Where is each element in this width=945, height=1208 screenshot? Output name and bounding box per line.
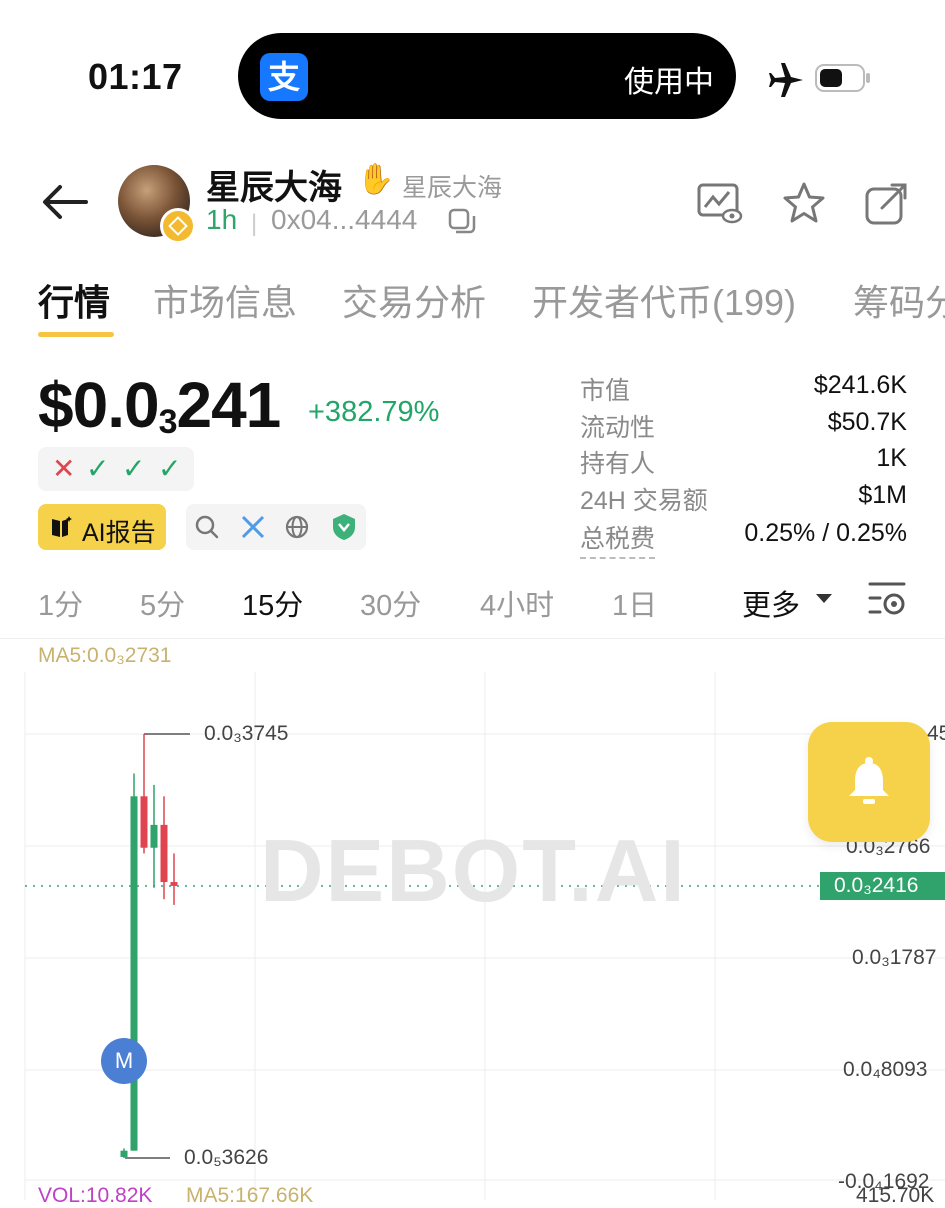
y-axis-label: 0.0₃1787	[852, 946, 937, 969]
current-price-tag: 0.0₃2416	[820, 872, 945, 900]
stat-label-market-cap: 市值	[580, 377, 631, 405]
security-checks[interactable]: ✕ ✓ ✓ ✓	[38, 447, 194, 491]
bnb-chain-badge-icon	[160, 208, 196, 244]
contract-address: 0x04...4444	[271, 204, 418, 235]
marker-badge[interactable]: M	[101, 1038, 147, 1084]
check-pass-icon: ✓	[86, 453, 110, 484]
token-alias: 星辰大海	[402, 174, 503, 202]
copy-icon[interactable]	[446, 206, 478, 238]
volume-axis-label: 415.70K	[856, 1184, 935, 1207]
high-price-label: 0.0₃3745	[204, 722, 289, 745]
candle-body	[130, 796, 138, 1151]
tab-developer-tokens[interactable]: 开发者代币(199)	[532, 274, 796, 326]
stat-value-holders: 1K	[876, 444, 907, 472]
hand-icon: ✋	[357, 163, 395, 196]
check-fail-icon: ✕	[52, 453, 76, 484]
low-price-label: 0.0₅3626	[184, 1146, 269, 1169]
bell-icon	[849, 757, 889, 804]
battery-icon	[815, 64, 870, 92]
stat-value-market-cap: $241.6K	[813, 371, 907, 399]
stat-label-tax[interactable]: 总税费	[580, 519, 656, 559]
x-icon[interactable]	[240, 514, 266, 540]
price-change: +382.79%	[308, 396, 440, 428]
watermark: DEBOT.AI	[260, 821, 687, 920]
ai-report-label: AI报告	[82, 519, 156, 547]
stat-value-24h-volume: $1M	[858, 481, 907, 509]
tab-chips[interactable]: 筹码分	[853, 274, 945, 326]
alipay-app-icon: 支	[260, 53, 308, 101]
stat-value-liquidity: $50.7K	[827, 408, 907, 436]
candle-body	[160, 824, 168, 883]
ai-report-button[interactable]: AI报告	[38, 504, 166, 550]
volume-label: VOL:10.82K	[38, 1184, 153, 1207]
island-status-text: 使用中	[624, 66, 714, 99]
stat-value-tax: 0.25% / 0.25%	[744, 519, 907, 547]
dynamic-island: 支 使用中	[238, 33, 736, 119]
grid	[24, 672, 945, 1200]
price-alert-button[interactable]	[808, 722, 930, 842]
tab-trade-analysis[interactable]: 交易分析	[342, 274, 486, 326]
timeframe-5m[interactable]: 5分	[140, 582, 185, 624]
timeframe-1d[interactable]: 1日	[612, 582, 657, 624]
timeframe-1m[interactable]: 1分	[38, 582, 83, 624]
caret-down-icon	[816, 594, 832, 603]
y-axis-label: 0.0₄8093	[843, 1058, 928, 1081]
chart-settings-icon[interactable]	[866, 578, 908, 618]
globe-icon[interactable]	[284, 514, 310, 540]
chart-divider	[0, 638, 945, 639]
tab-market-info[interactable]: 市场信息	[153, 274, 297, 326]
check-pass-icon: ✓	[122, 453, 146, 484]
more-timeframes-button[interactable]: 更多	[742, 582, 800, 624]
back-arrow-icon[interactable]	[40, 182, 90, 222]
check-pass-icon: ✓	[158, 453, 182, 484]
share-icon[interactable]	[862, 180, 910, 228]
search-icon[interactable]	[194, 514, 220, 540]
candle-body	[150, 824, 158, 848]
stat-label-holders: 持有人	[580, 450, 656, 478]
candle-body	[170, 882, 178, 886]
stat-label-24h-volume: 24H 交易额	[580, 487, 708, 515]
star-icon[interactable]	[780, 180, 828, 228]
separator: |	[251, 210, 258, 237]
social-links	[186, 504, 366, 550]
stat-label-liquidity: 流动性	[580, 414, 656, 442]
token-name: 星辰大海	[206, 169, 342, 207]
timeframe-4h[interactable]: 4小时	[480, 582, 554, 624]
tab-market[interactable]: 行情	[38, 274, 110, 326]
status-time: 01:17	[88, 56, 183, 97]
candle-body	[120, 1150, 128, 1157]
token-age: 1h	[206, 204, 238, 235]
book-icon	[52, 516, 72, 537]
volume-ma5-label: MA5:167.66K	[186, 1184, 314, 1207]
active-tab-indicator	[38, 332, 114, 337]
shield-icon[interactable]	[330, 512, 358, 542]
candle-body	[140, 796, 148, 848]
timeframe-30m[interactable]: 30分	[360, 582, 421, 624]
candles	[120, 734, 178, 1158]
airplane-icon	[769, 63, 803, 97]
watch-chart-icon[interactable]	[696, 180, 744, 228]
timeframe-15m[interactable]: 15分	[242, 582, 303, 624]
token-price: $0.03241	[38, 369, 281, 441]
